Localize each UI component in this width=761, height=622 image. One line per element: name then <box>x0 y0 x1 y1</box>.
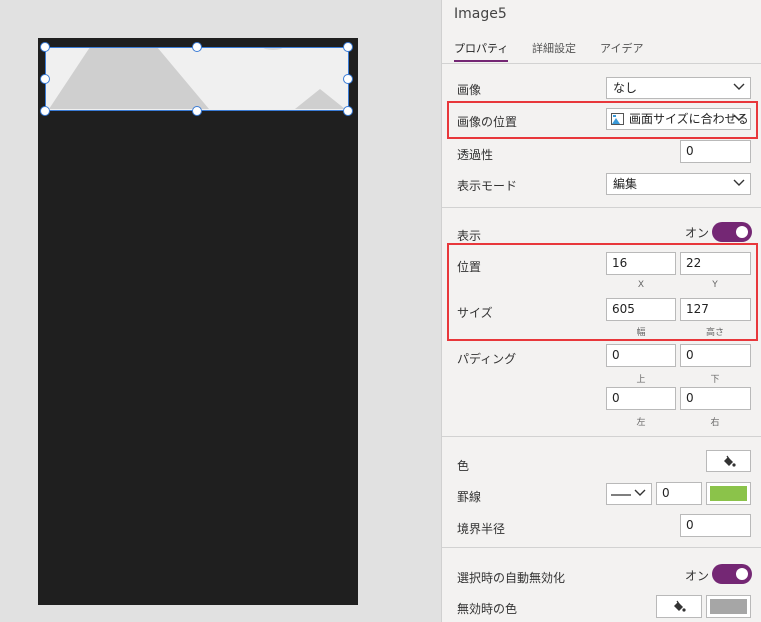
padding-label: パディング <box>457 352 517 366</box>
divider <box>442 207 761 208</box>
image-position-label: 画像の位置 <box>457 115 518 129</box>
resize-handle-right[interactable] <box>343 74 353 84</box>
image-label: 画像 <box>457 83 482 97</box>
disabled-color-button[interactable] <box>706 595 751 618</box>
display-mode-value: 編集 <box>613 177 638 191</box>
resize-handle-top[interactable] <box>192 42 202 52</box>
size-height-caption: 高さ <box>705 328 724 338</box>
chevron-down-icon <box>733 179 745 186</box>
auto-disable-label: 選択時の自動無効化 <box>457 571 566 585</box>
image-control[interactable] <box>40 42 353 116</box>
padding-left-input[interactable]: 0 <box>606 387 676 410</box>
padding-left-caption: 左 <box>636 418 646 428</box>
chevron-down-icon <box>733 114 745 121</box>
properties-panel: Image5 プロパティ 詳細設定 アイデア 画像 なし 画像の位置 画面サイズ… <box>441 0 761 622</box>
padding-bottom-caption: 下 <box>710 375 720 385</box>
position-y-caption: Y <box>712 280 718 290</box>
design-canvas[interactable] <box>0 0 441 622</box>
color-label: 色 <box>457 459 470 473</box>
toggle-knob <box>736 568 748 580</box>
display-mode-label: 表示モード <box>457 179 518 193</box>
disabled-color-picker-button[interactable] <box>656 595 702 618</box>
resize-handle-top-left[interactable] <box>40 42 50 52</box>
position-x-caption: X <box>637 280 645 290</box>
position-y-input[interactable]: 22 <box>680 252 751 275</box>
border-label: 罫線 <box>457 490 482 504</box>
size-width-input[interactable]: 605 <box>606 298 676 321</box>
auto-disable-toggle-text: オン <box>685 569 710 583</box>
padding-right-input[interactable]: 0 <box>680 387 751 410</box>
transparency-input[interactable]: 0 <box>680 140 751 163</box>
selection-border <box>45 47 349 111</box>
border-color-swatch <box>710 486 747 501</box>
control-name: Image5 <box>454 6 507 22</box>
border-style-dropdown[interactable] <box>606 483 652 505</box>
size-height-input[interactable]: 127 <box>680 298 751 321</box>
display-mode-dropdown[interactable]: 編集 <box>606 173 751 195</box>
transparency-label: 透過性 <box>457 148 494 162</box>
border-radius-input[interactable]: 0 <box>680 514 751 537</box>
image-dropdown-value: なし <box>613 81 638 95</box>
paint-bucket-icon <box>724 455 736 467</box>
image-dropdown[interactable]: なし <box>606 77 751 99</box>
color-picker-button[interactable] <box>706 450 751 472</box>
paint-bucket-icon <box>674 600 686 612</box>
resize-handle-bottom-left[interactable] <box>40 106 50 116</box>
disabled-color-label: 無効時の色 <box>457 602 518 616</box>
border-radius-label: 境界半径 <box>457 522 506 536</box>
padding-top-input[interactable]: 0 <box>606 344 676 367</box>
toggle-knob <box>736 226 748 238</box>
resize-handle-left[interactable] <box>40 74 50 84</box>
size-width-caption: 幅 <box>636 328 646 338</box>
tab-properties[interactable]: プロパティ <box>454 40 509 62</box>
position-x-input[interactable]: 16 <box>606 252 676 275</box>
position-label: 位置 <box>457 260 482 274</box>
tab-advanced[interactable]: 詳細設定 <box>532 40 576 56</box>
padding-right-caption: 右 <box>710 418 720 428</box>
visible-toggle-text: オン <box>685 226 710 240</box>
padding-top-caption: 上 <box>636 375 646 385</box>
tab-ideas[interactable]: アイデア <box>600 40 643 56</box>
visible-label: 表示 <box>457 229 482 243</box>
image-position-value: 画面サイズに合わせる <box>629 112 749 126</box>
visible-toggle[interactable] <box>712 222 752 242</box>
chevron-down-icon <box>733 83 745 90</box>
auto-disable-toggle[interactable] <box>712 564 752 584</box>
divider <box>442 436 761 437</box>
resize-handle-top-right[interactable] <box>343 42 353 52</box>
size-label: サイズ <box>457 306 493 320</box>
divider <box>442 547 761 548</box>
padding-bottom-input[interactable]: 0 <box>680 344 751 367</box>
resize-handle-bottom[interactable] <box>192 106 202 116</box>
resize-handle-bottom-right[interactable] <box>343 106 353 116</box>
app-screen[interactable] <box>38 38 358 605</box>
disabled-color-swatch <box>710 599 747 614</box>
chevron-down-icon <box>634 489 646 496</box>
line-style-icon <box>611 494 631 496</box>
image-position-dropdown[interactable]: 画面サイズに合わせる <box>606 108 751 130</box>
border-width-input[interactable]: 0 <box>656 482 702 505</box>
border-color-button[interactable] <box>706 482 751 505</box>
divider <box>442 63 761 64</box>
image-fit-icon <box>611 113 624 125</box>
